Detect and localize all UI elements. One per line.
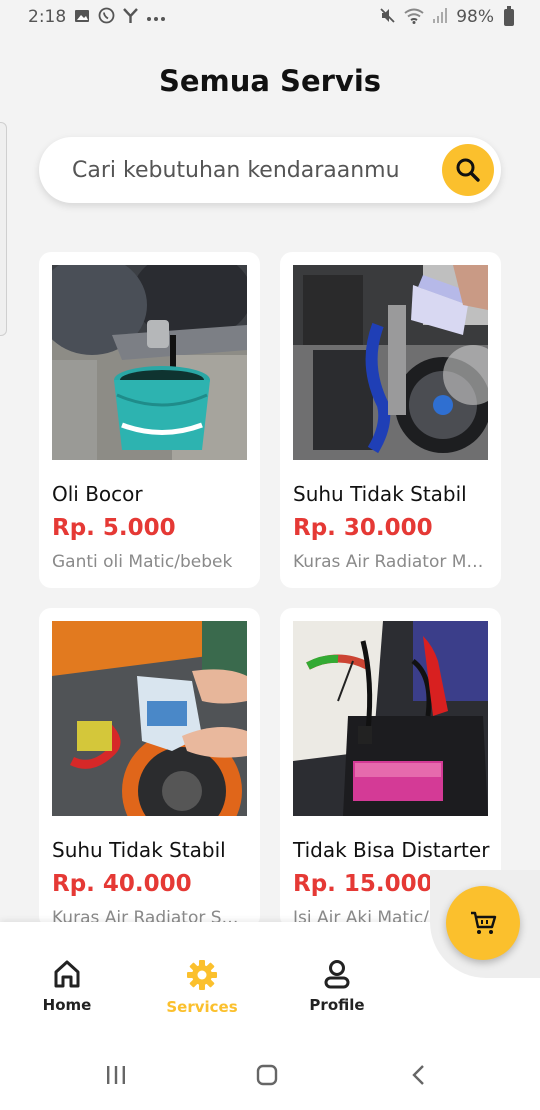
service-price: Rp. 30.000 <box>293 515 433 541</box>
whatsapp-icon <box>98 7 115 27</box>
edge-panel-handle[interactable] <box>0 122 7 336</box>
search-icon <box>456 158 480 182</box>
coolant-refill-image <box>52 621 247 816</box>
mute-icon <box>379 7 396 27</box>
cart-button[interactable] <box>446 886 520 960</box>
recent-apps-icon <box>107 1066 125 1084</box>
service-price: Rp. 15.000 <box>293 871 433 897</box>
wifi-icon <box>404 8 424 27</box>
recent-apps-button[interactable] <box>105 1064 127 1090</box>
status-time: 2:18 <box>28 7 67 27</box>
service-title: Tidak Bisa Distarter <box>293 838 490 862</box>
gallery-icon <box>74 8 90 27</box>
service-card[interactable]: Suhu Tidak Stabil Rp. 30.000 Kuras Air R… <box>280 252 501 588</box>
signal-icon <box>432 8 448 26</box>
service-price: Rp. 5.000 <box>52 515 176 541</box>
search-input[interactable] <box>72 157 432 183</box>
home-icon <box>54 960 80 988</box>
search-bar[interactable] <box>39 137 501 203</box>
more-icon <box>146 9 166 25</box>
service-description: Kuras Air Radiator Matic <box>293 552 488 572</box>
nav-item-services[interactable]: Services <box>152 958 252 1016</box>
back-chevron-icon <box>412 1065 424 1085</box>
user-icon <box>324 960 350 989</box>
nav-label-services: Services <box>166 998 238 1016</box>
nav-label-profile: Profile <box>309 996 365 1014</box>
search-button[interactable] <box>442 144 494 196</box>
y-app-icon <box>123 7 139 27</box>
home-system-button[interactable] <box>256 1064 278 1090</box>
gear-icon <box>187 960 217 990</box>
service-description: Ganti oli Matic/bebek <box>52 552 233 572</box>
home-square-icon <box>256 1064 278 1086</box>
page-title: Semua Servis <box>158 64 382 98</box>
service-card[interactable]: Suhu Tidak Stabil Rp. 40.000 Kuras Air R… <box>39 608 260 928</box>
battery-check-image <box>293 621 488 816</box>
service-price: Rp. 40.000 <box>52 871 192 897</box>
cart-icon <box>471 911 497 934</box>
service-card[interactable]: Oli Bocor Rp. 5.000 Ganti oli Matic/bebe… <box>39 252 260 588</box>
radiator-flush-image <box>293 265 488 460</box>
nav-item-profile[interactable]: Profile <box>287 958 387 1014</box>
system-navigation-bar <box>0 1036 540 1110</box>
battery-percent: 98% <box>456 7 494 27</box>
status-bar: 2:18 98% <box>0 0 540 34</box>
battery-icon <box>504 5 514 26</box>
service-title: Oli Bocor <box>52 482 143 506</box>
nav-label-home: Home <box>42 996 92 1014</box>
back-button[interactable] <box>408 1064 430 1090</box>
service-title: Suhu Tidak Stabil <box>52 838 226 862</box>
oil-leak-image <box>52 265 247 460</box>
nav-item-home[interactable]: Home <box>17 958 117 1014</box>
service-title: Suhu Tidak Stabil <box>293 482 467 506</box>
